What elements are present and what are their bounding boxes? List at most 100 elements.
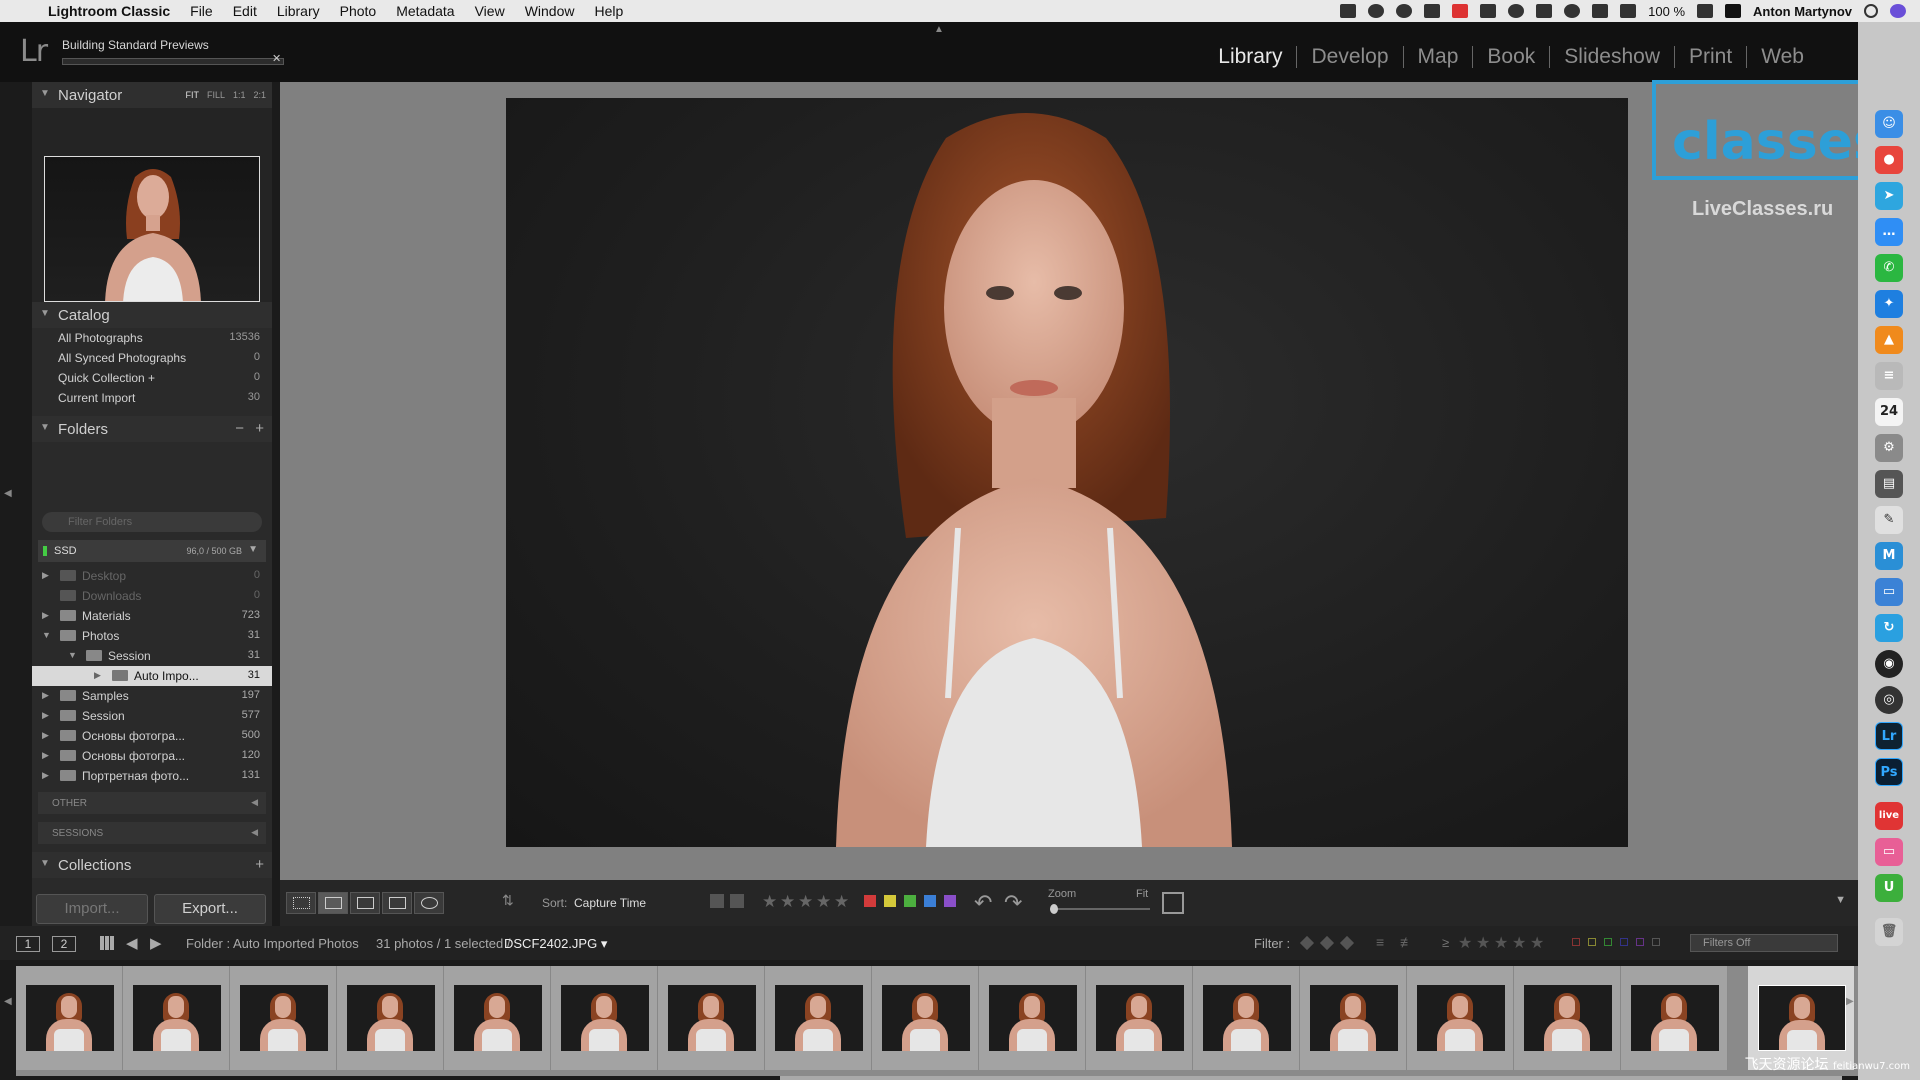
module-develop[interactable]: Develop	[1296, 46, 1402, 68]
add-collection-button[interactable]: +	[255, 856, 264, 873]
flag-filter-icon[interactable]	[1339, 935, 1355, 951]
filmstrip-scroll-left-icon[interactable]: ◀	[4, 996, 12, 1007]
remove-folder-button[interactable]: −	[235, 420, 244, 437]
expand-triangle-icon[interactable]: ▶	[42, 730, 49, 741]
lightroom-icon[interactable]: Lr	[1875, 722, 1903, 750]
module-map[interactable]: Map	[1402, 46, 1473, 68]
rating-star-2[interactable]: ★	[780, 892, 795, 912]
filter-star-4[interactable]: ★	[1512, 933, 1526, 953]
menu-view[interactable]: View	[465, 0, 515, 22]
volume-other[interactable]: OTHER ◀	[38, 792, 266, 814]
collections-header[interactable]: ▼ Collections +	[32, 852, 272, 878]
zoom-slider[interactable]	[1050, 908, 1150, 910]
filter-preset-select[interactable]: Filters Off	[1690, 934, 1838, 952]
flag-reject-icon[interactable]	[730, 894, 744, 908]
printer-status-icon[interactable]	[1340, 4, 1357, 18]
keyboard-status-icon[interactable]	[1536, 4, 1553, 18]
menu-help[interactable]: Help	[584, 0, 633, 22]
color-filter-yellow[interactable]	[1588, 938, 1596, 946]
module-print[interactable]: Print	[1674, 46, 1746, 68]
main-photo[interactable]	[506, 98, 1628, 847]
filmstrip-thumb[interactable]	[1300, 966, 1407, 1070]
volume-ssd[interactable]: SSD 96,0 / 500 GB ▼	[38, 540, 266, 562]
filmstrip-thumb[interactable]	[123, 966, 230, 1070]
upwork-icon[interactable]: U	[1875, 874, 1903, 902]
telegram-icon[interactable]: ➤	[1875, 182, 1903, 210]
collapse-triangle-icon[interactable]: ▼	[40, 858, 50, 869]
keynote-icon[interactable]: ▭	[1875, 578, 1903, 606]
people-view-button[interactable]	[414, 892, 444, 914]
volume-sessions[interactable]: SESSIONS ◀	[38, 822, 266, 844]
whatsapp-icon[interactable]: ✆	[1875, 254, 1903, 282]
flag-filter-icon[interactable]	[1319, 935, 1335, 951]
grid-view-button[interactable]	[286, 892, 316, 914]
sort-direction-icon[interactable]: ⇅	[502, 892, 514, 914]
add-folder-button[interactable]: +	[255, 420, 264, 437]
filmstrip-scroll-right-icon[interactable]: ▶	[1846, 996, 1854, 1007]
script-icon[interactable]: ✎	[1875, 506, 1903, 534]
vlc-icon[interactable]: ▲	[1875, 326, 1903, 354]
filter-star-5[interactable]: ★	[1530, 933, 1544, 953]
user-name[interactable]: Anton Martynov	[1753, 4, 1852, 19]
color-filter-blue[interactable]	[1620, 938, 1628, 946]
safari-icon[interactable]: ✦	[1875, 290, 1903, 318]
folders-header[interactable]: ▼ Folders − +	[32, 416, 272, 442]
nav-option-fill[interactable]: FILL	[207, 90, 225, 100]
folder-row[interactable]: Downloads 0	[32, 586, 272, 606]
catalog-row[interactable]: Current Import 30	[32, 388, 272, 408]
label-purple[interactable]	[944, 895, 956, 907]
dropbox-status-icon[interactable]	[1368, 4, 1385, 18]
filmstrip-thumb[interactable]	[872, 966, 979, 1070]
folder-row[interactable]: ▶ Основы фотогра... 120	[32, 746, 272, 766]
menu-metadata[interactable]: Metadata	[386, 0, 464, 22]
menu-file[interactable]: File	[180, 0, 223, 22]
catalog-header[interactable]: ▼ Catalog	[32, 302, 272, 328]
module-book[interactable]: Book	[1472, 46, 1549, 68]
rotate-right-icon[interactable]: ↷	[1004, 890, 1022, 916]
pulse-status-icon[interactable]	[1396, 4, 1413, 18]
calendar-icon[interactable]: 24	[1875, 398, 1903, 426]
expand-triangle-icon[interactable]: ▶	[42, 570, 49, 581]
filmstrip-thumb[interactable]	[1193, 966, 1300, 1070]
color-filter-purple[interactable]	[1636, 938, 1644, 946]
filmstrip-thumb[interactable]	[551, 966, 658, 1070]
nav-option-fit[interactable]: FIT	[185, 90, 199, 100]
creative-cloud-status-icon[interactable]	[1508, 4, 1525, 18]
virtual-copy-filter-icon[interactable]: ≡	[1376, 934, 1384, 956]
rating-star-4[interactable]: ★	[816, 892, 831, 912]
folder-row[interactable]: ▶ Session 577	[32, 706, 272, 726]
trash-icon[interactable]: 🗑	[1875, 918, 1903, 946]
module-web[interactable]: Web	[1746, 46, 1818, 68]
collapse-triangle-icon[interactable]: ▼	[68, 650, 77, 660]
rating-operator[interactable]: ≥	[1442, 935, 1449, 957]
filter-star-1[interactable]: ★	[1458, 933, 1472, 953]
label-green[interactable]	[904, 895, 916, 907]
battery-icon[interactable]	[1697, 4, 1714, 18]
label-blue[interactable]	[924, 895, 936, 907]
filmstrip-thumb[interactable]	[1621, 966, 1728, 1070]
rating-star-3[interactable]: ★	[798, 892, 813, 912]
filmstrip-thumb[interactable]	[1086, 966, 1193, 1070]
collapse-triangle-icon[interactable]: ▼	[42, 630, 51, 640]
forward-arrow-icon[interactable]: ▶	[150, 934, 162, 952]
notes-icon[interactable]: ≡	[1875, 362, 1903, 390]
expand-triangle-icon[interactable]: ▶	[42, 770, 49, 781]
volume-dropdown-icon[interactable]: ◀	[251, 827, 258, 838]
filmstrip-thumb[interactable]	[16, 966, 123, 1070]
flag-pick-icon[interactable]	[710, 894, 724, 908]
color-filter-red[interactable]	[1572, 938, 1580, 946]
filmstrip-thumb[interactable]	[765, 966, 872, 1070]
folder-filter-input[interactable]: Filter Folders	[42, 512, 262, 532]
selected-file-name[interactable]: DSCF2402.JPG ▾	[504, 936, 607, 952]
cancel-activity-icon[interactable]: ✕	[272, 52, 281, 65]
filmstrip-thumb[interactable]	[658, 966, 765, 1070]
filmstrip-thumb[interactable]	[337, 966, 444, 1070]
folder-row[interactable]: ▶ Materials 723	[32, 606, 272, 626]
catalog-row[interactable]: All Photographs 13536	[32, 328, 272, 348]
survey-view-button[interactable]	[382, 892, 412, 914]
main-window-button[interactable]: 1	[16, 936, 40, 952]
toolbar-content-dropdown-icon[interactable]: ▼	[1835, 894, 1846, 906]
expand-triangle-icon[interactable]: ▶	[42, 710, 49, 721]
color-filter-green[interactable]	[1604, 938, 1612, 946]
folder-row[interactable]: ▶ Desktop 0	[32, 566, 272, 586]
